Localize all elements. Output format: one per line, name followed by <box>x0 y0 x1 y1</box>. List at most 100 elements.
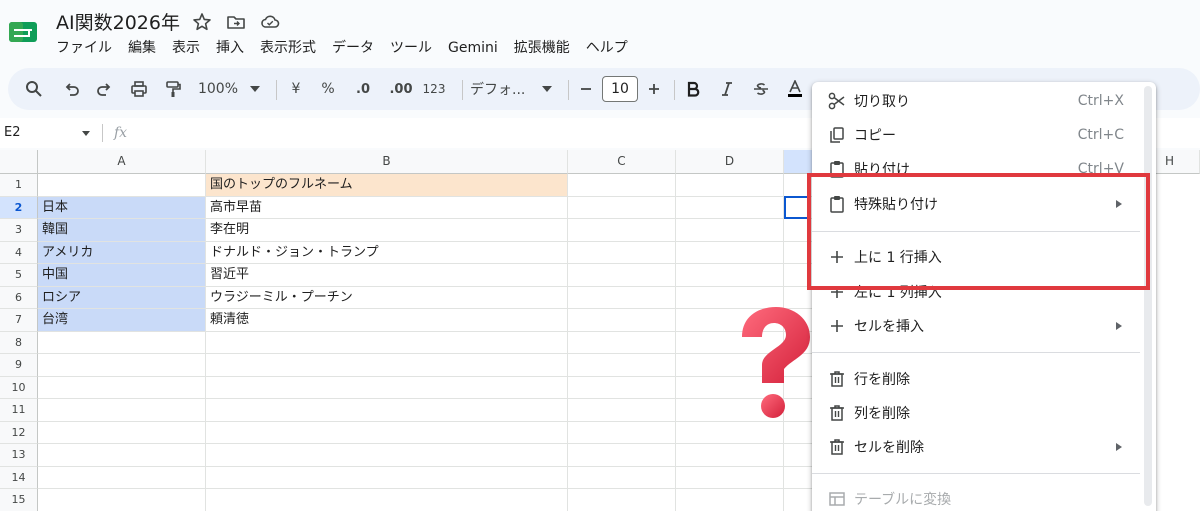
row-header[interactable]: 8 <box>0 331 38 354</box>
row-header[interactable]: 7 <box>0 309 38 332</box>
cell[interactable]: 習近平 <box>206 264 568 287</box>
menu-insert[interactable]: 挿入 <box>208 38 252 60</box>
cell[interactable] <box>784 489 814 511</box>
row-header[interactable]: 15 <box>0 489 38 511</box>
menu-item-delete-cells[interactable]: セルを削除 <box>812 430 1156 464</box>
redo-button[interactable] <box>92 68 116 110</box>
cloud-saved-icon[interactable] <box>259 11 281 33</box>
cell[interactable] <box>676 489 784 511</box>
cell[interactable] <box>38 489 206 511</box>
menu-extensions[interactable]: 拡張機能 <box>506 38 578 60</box>
strikethrough-button[interactable] <box>750 68 772 110</box>
row-header[interactable]: 14 <box>0 466 38 489</box>
cell[interactable] <box>568 196 676 219</box>
menu-item-convert-to-table[interactable]: テーブルに変換 <box>812 482 1156 511</box>
cell[interactable] <box>676 241 784 264</box>
cell[interactable] <box>206 354 568 377</box>
cell[interactable] <box>38 399 206 422</box>
currency-format-button[interactable]: ¥ <box>286 68 306 110</box>
sheets-logo-icon[interactable] <box>8 17 38 47</box>
cell[interactable]: アメリカ <box>38 241 206 264</box>
cell[interactable] <box>206 444 568 467</box>
font-dropdown[interactable] <box>540 68 554 110</box>
menu-item-insert-cells[interactable]: セルを挿入 <box>812 309 1156 343</box>
cell[interactable] <box>784 466 814 489</box>
row-header[interactable]: 4 <box>0 241 38 264</box>
menu-item-cut[interactable]: 切り取り Ctrl+X <box>812 84 1156 118</box>
column-header-d[interactable]: D <box>676 150 784 174</box>
row-header[interactable]: 5 <box>0 264 38 287</box>
cell[interactable] <box>568 444 676 467</box>
menu-data[interactable]: データ <box>324 38 382 60</box>
cell[interactable] <box>38 376 206 399</box>
cell[interactable] <box>568 354 676 377</box>
cell[interactable] <box>568 241 676 264</box>
cell[interactable] <box>784 444 814 467</box>
cell[interactable] <box>568 264 676 287</box>
cell[interactable]: 日本 <box>38 196 206 219</box>
text-color-button[interactable] <box>784 68 806 110</box>
column-header-a[interactable]: A <box>38 150 206 174</box>
cell[interactable]: 高市早苗 <box>206 196 568 219</box>
undo-button[interactable] <box>60 68 84 110</box>
more-formats-button[interactable]: 123 <box>420 68 448 110</box>
cell[interactable] <box>38 421 206 444</box>
zoom-dropdown[interactable] <box>248 68 262 110</box>
increase-font-size-button[interactable] <box>644 68 664 110</box>
bold-button[interactable] <box>682 68 704 110</box>
cell[interactable] <box>676 219 784 242</box>
paint-format-button[interactable] <box>160 68 186 110</box>
cell[interactable] <box>38 354 206 377</box>
star-icon[interactable] <box>191 11 213 33</box>
menu-item-delete-col[interactable]: 列を削除 <box>812 396 1156 430</box>
row-header[interactable]: 1 <box>0 174 38 197</box>
cell[interactable] <box>38 331 206 354</box>
cell[interactable] <box>676 174 784 197</box>
cell[interactable] <box>568 376 676 399</box>
row-header[interactable]: 9 <box>0 354 38 377</box>
menu-format[interactable]: 表示形式 <box>252 38 324 60</box>
move-folder-icon[interactable] <box>225 11 247 33</box>
document-title[interactable]: AI関数2026年 <box>56 8 180 35</box>
select-all-corner[interactable] <box>0 150 38 174</box>
cell[interactable] <box>676 264 784 287</box>
menu-item-copy[interactable]: コピー Ctrl+C <box>812 118 1156 152</box>
cell[interactable]: 台湾 <box>38 309 206 332</box>
cell[interactable] <box>568 219 676 242</box>
cell[interactable] <box>568 399 676 422</box>
row-header[interactable]: 12 <box>0 421 38 444</box>
cell[interactable]: 李在明 <box>206 219 568 242</box>
row-header[interactable]: 10 <box>0 376 38 399</box>
cell[interactable] <box>568 309 676 332</box>
cell[interactable] <box>568 174 676 197</box>
cell[interactable] <box>206 331 568 354</box>
cell[interactable]: 中国 <box>38 264 206 287</box>
cell[interactable]: 国のトップのフルネーム <box>206 174 568 197</box>
menu-scrollbar[interactable] <box>1144 86 1152 506</box>
cell[interactable] <box>784 421 814 444</box>
cell[interactable]: ドナルド・ジョン・トランプ <box>206 241 568 264</box>
row-header[interactable]: 2 <box>0 196 38 219</box>
cell[interactable] <box>206 421 568 444</box>
cell[interactable] <box>38 466 206 489</box>
name-box[interactable]: E2 <box>4 118 21 148</box>
cell[interactable] <box>206 489 568 511</box>
cell[interactable] <box>676 466 784 489</box>
cell[interactable]: ロシア <box>38 286 206 309</box>
font-size-input[interactable]: 10 <box>602 76 638 102</box>
name-box-dropdown-icon[interactable] <box>82 131 90 136</box>
increase-decimal-button[interactable]: .00 <box>384 68 418 110</box>
print-button[interactable] <box>126 68 152 110</box>
cell[interactable] <box>568 466 676 489</box>
column-header-b[interactable]: B <box>206 150 568 174</box>
cell[interactable] <box>676 196 784 219</box>
decrease-decimal-button[interactable]: .0 <box>348 68 378 110</box>
cell[interactable] <box>568 489 676 511</box>
cell[interactable]: ウラジーミル・プーチン <box>206 286 568 309</box>
cell[interactable] <box>206 399 568 422</box>
cell[interactable] <box>206 376 568 399</box>
column-header-e[interactable] <box>784 150 814 174</box>
column-header-c[interactable]: C <box>568 150 676 174</box>
menu-file[interactable]: ファイル <box>48 38 120 60</box>
cell[interactable] <box>568 286 676 309</box>
